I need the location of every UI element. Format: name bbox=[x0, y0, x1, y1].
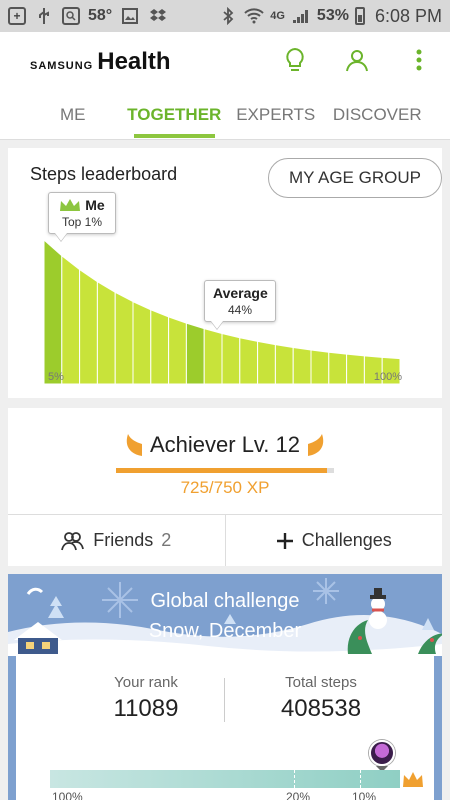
distribution-bar bbox=[132, 300, 152, 385]
battery-icon bbox=[354, 7, 365, 25]
temperature: 58° bbox=[88, 7, 113, 24]
me-callout: Me Top 1% bbox=[48, 192, 116, 234]
friends-button[interactable]: Friends 2 bbox=[8, 515, 225, 566]
distribution-bar bbox=[292, 346, 312, 385]
scale-label-100: 100% bbox=[52, 790, 83, 800]
tab-experts[interactable]: EXPERTS bbox=[225, 100, 327, 140]
rank-stat: Your rank 11089 bbox=[71, 674, 221, 723]
battery-percent: 53% bbox=[316, 7, 349, 24]
tab-discover[interactable]: DISCOVER bbox=[327, 100, 429, 140]
total-steps-value: 408538 bbox=[280, 695, 362, 722]
winter-banner-illustration bbox=[8, 578, 442, 656]
average-callout: Average 44% bbox=[204, 280, 276, 322]
distribution-bar bbox=[96, 280, 116, 385]
dropbox-icon bbox=[148, 6, 168, 26]
distribution-bar bbox=[274, 344, 294, 385]
scale-label-20: 20% bbox=[286, 790, 311, 800]
status-bar: + 58° 4G 53% 6:08 PM bbox=[0, 0, 450, 32]
distribution-bar bbox=[221, 332, 241, 385]
challenges-label: Challenges bbox=[301, 530, 392, 550]
bluetooth-icon bbox=[218, 6, 238, 26]
distribution-bar bbox=[346, 353, 365, 385]
challenges-button[interactable]: Challenges bbox=[224, 515, 443, 566]
distribution-bar bbox=[43, 238, 63, 385]
rank-value: 11089 bbox=[113, 695, 179, 722]
brand-prefix: SAMSUNG bbox=[30, 60, 94, 72]
tab-bar: ME TOGETHER EXPERTS DISCOVER bbox=[22, 100, 428, 140]
distribution-bar bbox=[61, 254, 81, 385]
brand-logo: SAMSUNG Health bbox=[30, 48, 171, 76]
left-wing-icon bbox=[126, 434, 142, 456]
clock: 6:08 PM bbox=[374, 5, 442, 26]
distribution-bar bbox=[310, 349, 330, 385]
distribution-bar bbox=[257, 340, 276, 385]
my-age-group-button[interactable]: MY AGE GROUP bbox=[268, 158, 442, 198]
distribution-bar bbox=[168, 316, 187, 385]
usb-icon bbox=[34, 6, 54, 26]
profile-icon[interactable] bbox=[344, 46, 370, 74]
rank-marker-10 bbox=[360, 770, 361, 788]
rank-marker-20 bbox=[294, 770, 295, 788]
total-steps-label: Total steps bbox=[285, 674, 357, 691]
add-notification-icon: + bbox=[8, 7, 26, 25]
steps-leaderboard-card[interactable]: 5% 100% Steps leaderboard MY AGE GROUP Me… bbox=[8, 148, 442, 398]
challenge-stats: Your rank 11089 Total steps 408538 100% … bbox=[16, 656, 434, 800]
global-challenge-card[interactable]: Global challenge Snow, December Your ran… bbox=[8, 574, 442, 800]
axis-label: 5% bbox=[48, 371, 64, 383]
right-wing-icon bbox=[308, 434, 324, 456]
challenge-subtitle: Snow, December bbox=[148, 620, 302, 642]
distribution-bar bbox=[239, 337, 259, 385]
more-options-icon[interactable] bbox=[406, 46, 432, 74]
me-value: Top 1% bbox=[61, 215, 103, 229]
user-avatar bbox=[369, 740, 395, 766]
axis-label: 100% bbox=[374, 371, 402, 383]
xp-progress-fill bbox=[116, 468, 327, 473]
total-steps-stat: Total steps 408538 bbox=[246, 674, 396, 723]
challenge-title: Global challenge bbox=[150, 590, 300, 612]
app-header: SAMSUNG Health ME TOGETHER EXPERTS DISCO… bbox=[0, 32, 450, 140]
tab-me[interactable]: ME bbox=[22, 100, 124, 140]
scale-label-10: 10% bbox=[352, 790, 377, 800]
crown-icon bbox=[403, 772, 423, 787]
network-type: 4G bbox=[270, 10, 285, 22]
distribution-bar bbox=[185, 322, 205, 385]
friends-icon bbox=[61, 531, 85, 550]
leaderboard-title: Steps leaderboard bbox=[30, 164, 178, 184]
friends-label: Friends bbox=[93, 530, 154, 550]
image-icon bbox=[120, 6, 140, 26]
plus-icon bbox=[276, 532, 293, 549]
distribution-bar bbox=[79, 268, 98, 385]
brand-name: Health bbox=[97, 48, 171, 75]
achiever-level: Achiever Lv. 12 bbox=[149, 432, 300, 457]
me-label: Me bbox=[85, 197, 105, 213]
average-label: Average bbox=[213, 285, 268, 301]
crown-icon bbox=[60, 199, 81, 211]
xp-text: 725/750 XP bbox=[180, 478, 270, 497]
xp-progress-bar bbox=[116, 468, 334, 473]
lightbulb-icon[interactable] bbox=[282, 46, 308, 74]
distribution-bar bbox=[150, 309, 170, 385]
average-value: 44% bbox=[227, 303, 253, 317]
rank-label: Your rank bbox=[114, 674, 178, 691]
wifi-icon bbox=[244, 6, 264, 26]
distribution-bar bbox=[114, 291, 134, 385]
friends-count: 2 bbox=[161, 530, 172, 550]
rank-progress-track bbox=[50, 770, 400, 788]
signal-icon bbox=[291, 6, 311, 26]
tab-together[interactable]: TOGETHER bbox=[124, 100, 226, 140]
distribution-bar bbox=[203, 328, 223, 385]
search-app-icon bbox=[62, 7, 80, 25]
stats-divider bbox=[224, 678, 225, 722]
distribution-bar bbox=[328, 351, 348, 385]
achiever-card: Achiever Lv. 12 725/750 XP Friends 2 Cha… bbox=[8, 408, 442, 566]
